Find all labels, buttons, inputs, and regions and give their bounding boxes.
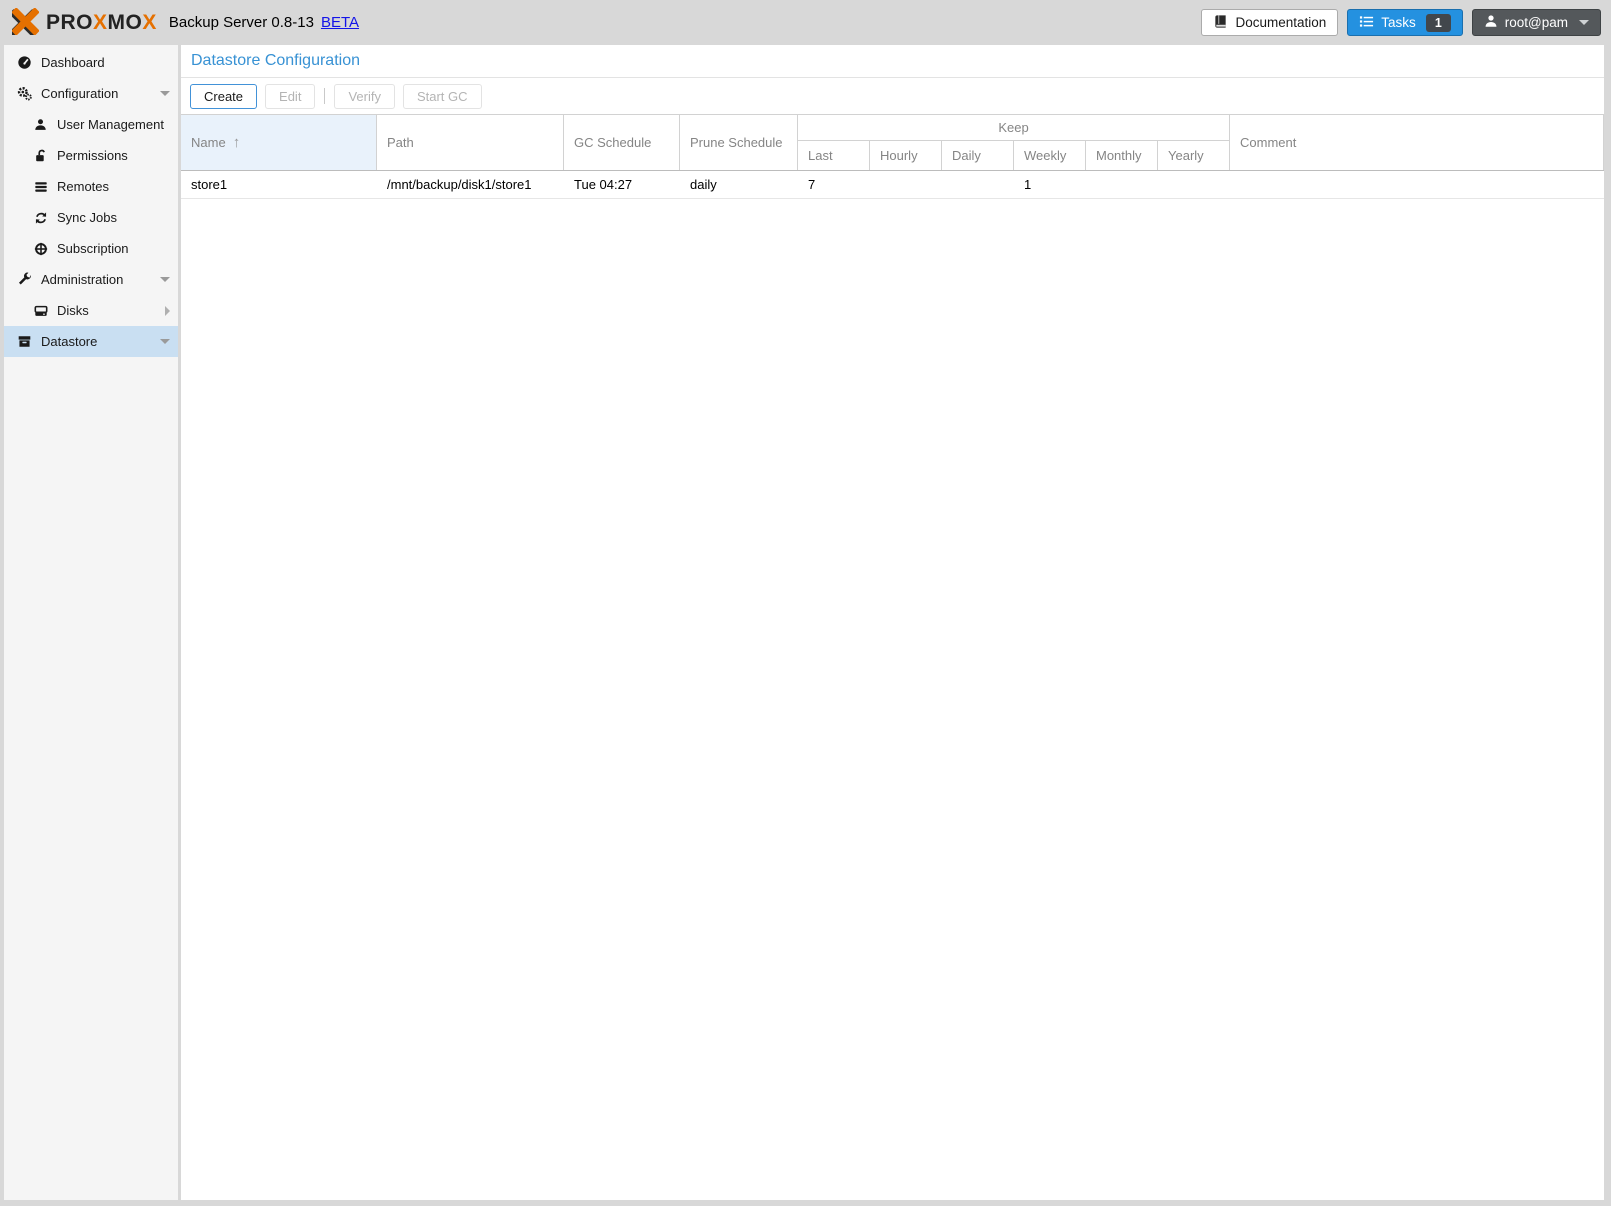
column-header-keep-daily[interactable]: Daily	[942, 141, 1014, 170]
sidebar-item-label: Configuration	[41, 86, 160, 101]
hard-drive-icon	[32, 304, 49, 318]
sidebar-item-sync-jobs[interactable]: Sync Jobs	[4, 202, 178, 233]
beta-link[interactable]: BETA	[321, 14, 359, 31]
column-header-path[interactable]: Path	[377, 115, 564, 170]
product-version-text: Backup Server 0.8-13	[169, 14, 314, 31]
chevron-down-icon[interactable]	[160, 277, 170, 282]
column-group-keep: Keep Last Hourly Daily Weekly Monthly Ye…	[798, 115, 1230, 170]
cell-keep-last: 7	[798, 171, 870, 198]
sidebar: Dashboard Configuration	[4, 45, 178, 1200]
sidebar-item-label: Remotes	[57, 179, 170, 194]
content-frame: Dashboard Configuration	[0, 45, 1611, 1206]
cell-keep-hourly	[870, 171, 942, 198]
user-icon	[1484, 14, 1498, 31]
column-header-prune-schedule[interactable]: Prune Schedule	[680, 115, 798, 170]
sidebar-item-label: Sync Jobs	[57, 210, 170, 225]
wrench-icon	[16, 272, 33, 287]
cell-keep-yearly	[1158, 171, 1230, 198]
documentation-button[interactable]: Documentation	[1201, 9, 1338, 36]
sidebar-item-configuration[interactable]: Configuration	[4, 78, 178, 109]
sidebar-item-dashboard[interactable]: Dashboard	[4, 47, 178, 78]
sidebar-item-label: Permissions	[57, 148, 170, 163]
support-ring-icon	[32, 242, 49, 256]
sort-ascending-icon: ↑	[233, 134, 241, 151]
start-gc-button[interactable]: Start GC	[403, 84, 482, 109]
cell-keep-monthly	[1086, 171, 1158, 198]
proxmox-x-icon	[12, 8, 39, 38]
table-body: store1 /mnt/backup/disk1/store1 Tue 04:2…	[181, 171, 1604, 199]
book-icon	[1213, 14, 1228, 32]
sidebar-item-subscription[interactable]: Subscription	[4, 233, 178, 264]
sidebar-item-label: User Management	[57, 117, 170, 132]
chevron-right-icon[interactable]	[165, 306, 170, 316]
column-header-keep-weekly[interactable]: Weekly	[1014, 141, 1086, 170]
table-header: Name ↑ Path GC Schedule Prune Schedule K…	[181, 114, 1604, 171]
page-title: Datastore Configuration	[191, 52, 360, 70]
create-button[interactable]: Create	[190, 84, 257, 109]
sidebar-item-permissions[interactable]: Permissions	[4, 140, 178, 171]
proxmox-logo: PROXMOX	[12, 8, 157, 38]
cell-keep-weekly: 1	[1014, 171, 1086, 198]
user-icon	[32, 118, 49, 131]
dashboard-gauge-icon	[16, 55, 33, 70]
logo-wordmark: PROXMOX	[46, 11, 157, 35]
tasks-count-badge: 1	[1426, 14, 1451, 32]
toolbar-separator	[324, 88, 325, 104]
sidebar-item-remotes[interactable]: Remotes	[4, 171, 178, 202]
chevron-down-icon	[1579, 20, 1589, 25]
edit-button[interactable]: Edit	[265, 84, 315, 109]
title-bar: Datastore Configuration	[181, 45, 1604, 78]
sidebar-item-label: Subscription	[57, 241, 170, 256]
column-header-keep-yearly[interactable]: Yearly	[1158, 141, 1230, 170]
top-bar: PROXMOX Backup Server 0.8-13 BETA Docume…	[0, 0, 1611, 45]
chevron-down-icon[interactable]	[160, 91, 170, 96]
column-header-keep-last[interactable]: Last	[798, 141, 870, 170]
sync-refresh-icon	[32, 211, 49, 225]
toolbar: Create Edit Verify Start GC	[181, 78, 1604, 114]
tasks-button[interactable]: Tasks 1	[1347, 9, 1462, 36]
unlock-icon	[32, 149, 49, 163]
table-row-store1[interactable]: store1 /mnt/backup/disk1/store1 Tue 04:2…	[181, 171, 1604, 199]
cell-comment	[1230, 171, 1604, 198]
column-header-comment[interactable]: Comment	[1230, 115, 1604, 170]
user-menu-button[interactable]: root@pam	[1472, 9, 1601, 36]
column-header-name[interactable]: Name ↑	[181, 115, 377, 170]
column-header-gc-schedule[interactable]: GC Schedule	[564, 115, 680, 170]
datastore-table: Name ↑ Path GC Schedule Prune Schedule K…	[181, 114, 1604, 199]
column-header-keep-hourly[interactable]: Hourly	[870, 141, 942, 170]
cell-prune-schedule: daily	[680, 171, 798, 198]
keep-sub-headers: Last Hourly Daily Weekly Monthly Yearly	[798, 141, 1230, 170]
verify-button[interactable]: Verify	[334, 84, 395, 109]
sidebar-item-label: Datastore	[41, 334, 160, 349]
cell-keep-daily	[942, 171, 1014, 198]
task-list-icon	[1359, 14, 1374, 32]
main-panel: Datastore Configuration Create Edit Veri…	[181, 45, 1604, 1200]
sidebar-item-administration[interactable]: Administration	[4, 264, 178, 295]
sidebar-item-label: Administration	[41, 272, 160, 287]
server-list-icon	[32, 180, 49, 194]
keep-group-header: Keep	[798, 115, 1230, 141]
app-window: PROXMOX Backup Server 0.8-13 BETA Docume…	[0, 0, 1611, 1206]
chevron-down-icon[interactable]	[160, 339, 170, 344]
sidebar-item-label: Dashboard	[41, 55, 170, 70]
sidebar-item-user-management[interactable]: User Management	[4, 109, 178, 140]
gears-icon	[16, 86, 33, 101]
column-header-keep-monthly[interactable]: Monthly	[1086, 141, 1158, 170]
sidebar-item-label: Disks	[57, 303, 165, 318]
sidebar-item-datastore[interactable]: Datastore	[4, 326, 178, 357]
cell-name: store1	[181, 171, 377, 198]
archive-box-icon	[16, 334, 33, 349]
sidebar-item-disks[interactable]: Disks	[4, 295, 178, 326]
cell-path: /mnt/backup/disk1/store1	[377, 171, 564, 198]
cell-gc-schedule: Tue 04:27	[564, 171, 680, 198]
